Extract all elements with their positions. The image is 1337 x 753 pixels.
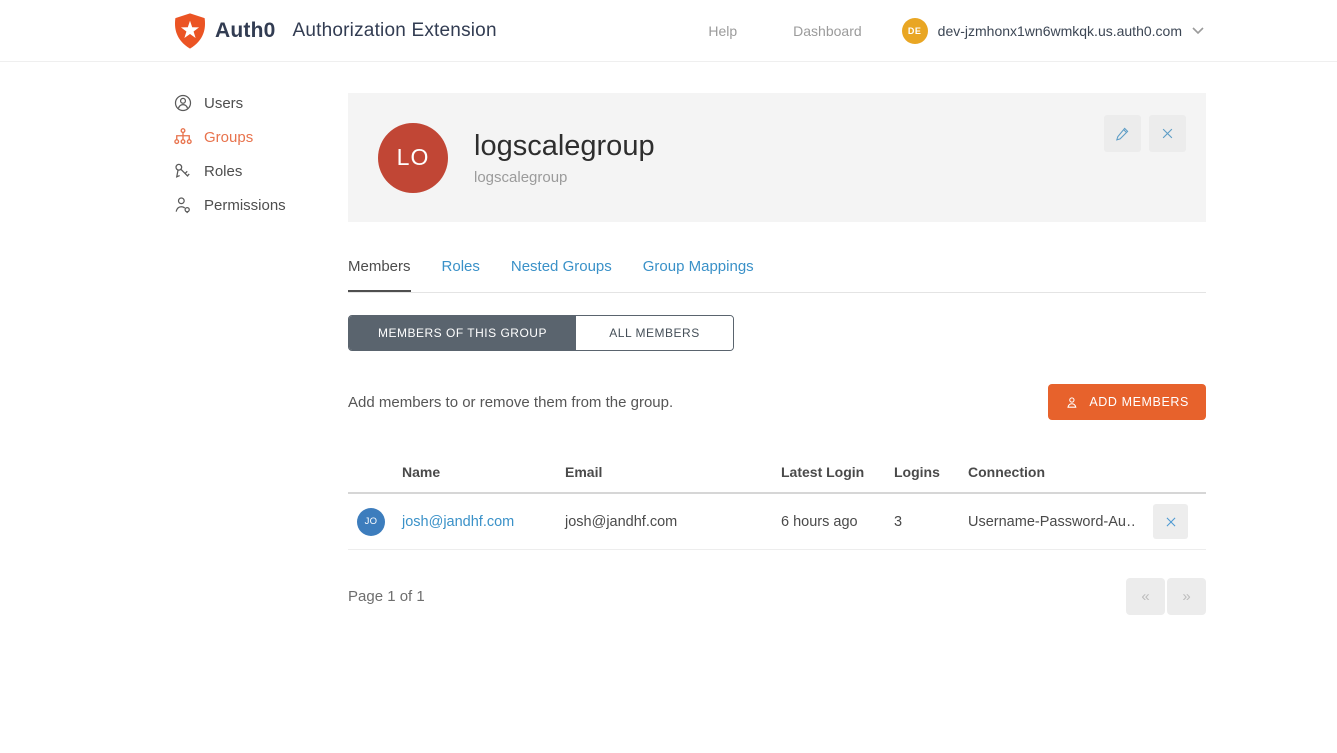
member-filter-toggle: MEMBERS OF THIS GROUP ALL MEMBERS [348,315,734,351]
pencil-icon [1114,125,1131,142]
tenant-avatar: DE [902,18,928,44]
table-row: JO josh@jandhf.com josh@jandhf.com 6 hou… [348,494,1206,550]
close-icon [1160,126,1175,141]
auth0-shield-icon [173,13,207,49]
table-footer: Page 1 of 1 « » [348,578,1206,615]
close-icon [1164,515,1178,529]
member-name-link[interactable]: josh@jandhf.com [402,514,514,530]
table-header-row: Name Email Latest Login Logins Connectio… [348,452,1206,494]
member-connection-cell: Username-Password-Au… [968,514,1135,530]
group-tabs: Members Roles Nested Groups Group Mappin… [348,258,1206,293]
tenant-menu[interactable]: DE dev-jzmhonx1wn6wmkqk.us.auth0.com [902,18,1204,44]
member-name-cell: josh@jandhf.com [402,514,565,530]
app-title: Authorization Extension [293,20,497,42]
members-table: Name Email Latest Login Logins Connectio… [348,452,1206,550]
members-of-group-toggle[interactable]: MEMBERS OF THIS GROUP [349,316,576,350]
member-avatar-cell: JO [348,508,402,536]
main-content: LO logscalegroup logscalegroup [348,93,1206,615]
column-header-name: Name [402,464,565,480]
group-actions [1104,115,1186,152]
sidebar-item-roles[interactable]: Roles [173,154,348,188]
sidebar-item-users[interactable]: Users [173,86,348,120]
previous-page-button[interactable]: « [1126,578,1165,615]
hierarchy-icon [173,127,193,147]
group-avatar: LO [378,123,448,193]
chevron-down-icon[interactable] [1192,27,1204,35]
add-members-button[interactable]: ADD MEMBERS [1048,384,1206,420]
top-bar: Auth0 Authorization Extension Help Dashb… [0,0,1337,62]
tenant-domain: dev-jzmhonx1wn6wmkqk.us.auth0.com [938,23,1182,39]
user-circle-icon [173,93,193,113]
close-group-button[interactable] [1149,115,1186,152]
sidebar-item-permissions[interactable]: Permissions [173,188,348,222]
sidebar-item-label: Roles [204,163,242,180]
sidebar-item-label: Users [204,95,243,112]
add-members-label: ADD MEMBERS [1089,395,1189,409]
column-header-connection: Connection [968,464,1135,480]
group-description: logscalegroup [474,169,655,186]
tab-roles[interactable]: Roles [442,258,480,292]
sidebar-item-label: Groups [204,129,253,146]
tab-group-mappings[interactable]: Group Mappings [643,258,754,292]
group-name: logscalegroup [474,130,655,163]
sidebar: Users Groups Roles [173,62,348,615]
tab-members[interactable]: Members [348,258,411,292]
tab-nested-groups[interactable]: Nested Groups [511,258,612,292]
remove-member-button[interactable] [1153,504,1188,539]
keys-icon [173,161,193,181]
user-gear-icon [173,195,193,215]
column-header-latest-login: Latest Login [781,464,894,480]
members-description: Add members to or remove them from the g… [348,394,673,411]
column-header-email: Email [565,464,781,480]
member-logins-cell: 3 [894,514,968,530]
member-avatar: JO [357,508,385,536]
column-header-logins: Logins [894,464,968,480]
sidebar-item-label: Permissions [204,197,286,214]
member-action-cell [1135,504,1206,539]
group-info: logscalegroup logscalegroup [474,130,655,186]
sidebar-item-groups[interactable]: Groups [173,120,348,154]
auth0-brand[interactable]: Auth0 [173,13,276,49]
page-body: Users Groups Roles [0,62,1337,615]
next-page-button[interactable]: » [1167,578,1206,615]
page-indicator: Page 1 of 1 [348,588,425,605]
top-nav: Help Dashboard DE dev-jzmhonx1wn6wmkqk.u… [708,18,1204,44]
add-user-icon [1065,395,1080,410]
member-latest-login-cell: 6 hours ago [781,514,894,530]
member-email-cell: josh@jandhf.com [565,514,781,530]
edit-group-button[interactable] [1104,115,1141,152]
nav-dashboard-link[interactable]: Dashboard [793,23,862,39]
group-header-panel: LO logscalegroup logscalegroup [348,93,1206,222]
members-header: Add members to or remove them from the g… [348,384,1206,420]
pagination-controls: « » [1126,578,1206,615]
all-members-toggle[interactable]: ALL MEMBERS [576,316,733,350]
auth0-wordmark: Auth0 [215,19,276,43]
nav-help-link[interactable]: Help [708,23,737,39]
